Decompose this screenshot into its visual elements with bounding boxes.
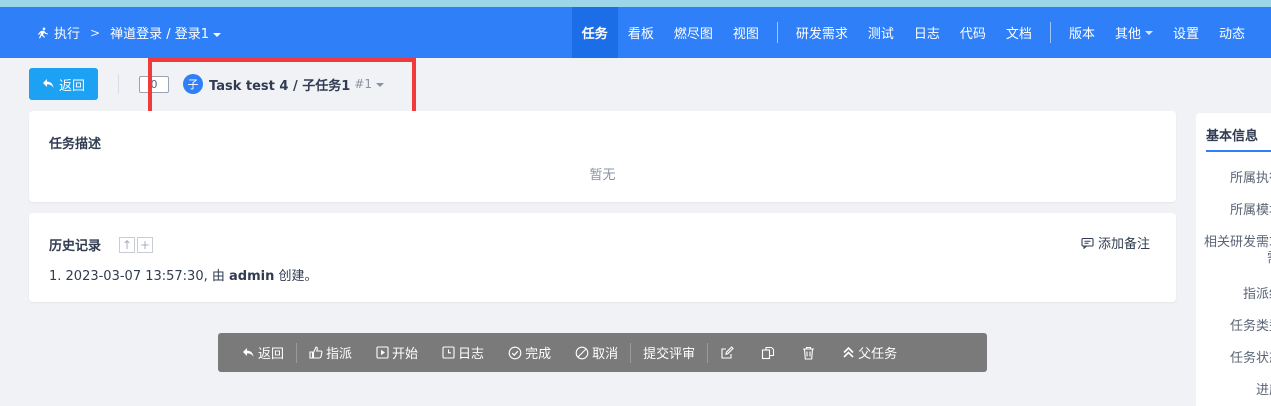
info-label-story-cont: 需 xyxy=(1267,247,1271,266)
add-note-button[interactable]: 添加备注 xyxy=(1081,233,1150,252)
info-label-status: 任务状态 xyxy=(1229,351,1271,366)
plus-icon[interactable]: + xyxy=(137,237,153,253)
ban-icon xyxy=(575,346,589,359)
comment-icon xyxy=(1081,237,1094,249)
history-controls: ↑ + xyxy=(117,237,153,253)
info-label-story: 相关研发需求 xyxy=(1203,235,1271,250)
action-cancel-button[interactable]: 取消 xyxy=(563,343,630,362)
action-bar: 返回 指派 开始 日志 完成 取消 提交评审 父任务 xyxy=(218,333,987,372)
description-card: 任务描述 暂无 xyxy=(29,111,1176,202)
history-title: 历史记录 xyxy=(49,239,102,254)
arrow-up-icon[interactable]: ↑ xyxy=(119,237,135,253)
add-note-label: 添加备注 xyxy=(1097,237,1150,252)
history-entry-prefix: 1. 2023-03-07 13:57:30, 由 xyxy=(49,269,230,284)
action-log-label: 日志 xyxy=(458,347,485,362)
tab-basic-info[interactable]: 基本信息 xyxy=(1206,125,1258,144)
chevron-down-icon xyxy=(1144,30,1153,35)
back-button-label: 返回 xyxy=(59,78,86,94)
play-icon xyxy=(376,346,389,359)
nav-divider xyxy=(776,22,778,43)
action-assign-button[interactable]: 指派 xyxy=(297,343,364,362)
nav-tab-other-label: 其他 xyxy=(1114,27,1141,42)
action-review-button[interactable]: 提交评审 xyxy=(631,343,707,362)
action-back-label: 返回 xyxy=(258,347,285,362)
action-parent-task-button[interactable]: 父任务 xyxy=(830,343,909,362)
history-card: 历史记录 ↑ + 添加备注 1. 2023-03-07 13:57:30, 由 … xyxy=(29,213,1176,302)
tab-active-underline xyxy=(1206,150,1271,152)
nav-tab-test[interactable]: 测试 xyxy=(858,7,904,58)
basic-info-panel: 基本信息 所属执行 所属模块 相关研发需求 需 指派给 任务类型 任务状态 进度 xyxy=(1196,113,1271,406)
running-icon xyxy=(38,27,48,38)
nav-tab-settings[interactable]: 设置 xyxy=(1163,7,1209,58)
nav-tab-task[interactable]: 任务 xyxy=(571,7,618,58)
window-top-strip xyxy=(0,0,1271,7)
nav-tab-log[interactable]: 日志 xyxy=(904,7,950,58)
info-label-execution: 所属执行 xyxy=(1229,171,1271,186)
back-button[interactable]: 返回 xyxy=(29,68,99,100)
breadcrumb: 执行 > 禅道登录 / 登录1 xyxy=(36,7,221,58)
info-label-type: 任务类型 xyxy=(1229,319,1271,334)
trash-icon xyxy=(803,346,815,360)
breadcrumb-root[interactable]: 执行 xyxy=(54,23,80,42)
history-entry-suffix: 创建。 xyxy=(274,269,318,284)
action-finish-label: 完成 xyxy=(525,347,552,362)
breadcrumb-current[interactable]: 禅道登录 / 登录1 xyxy=(110,23,221,42)
info-label-progress: 进度 xyxy=(1255,383,1271,398)
action-copy-button[interactable] xyxy=(749,346,790,360)
action-start-button[interactable]: 开始 xyxy=(364,343,430,362)
nav-tab-story[interactable]: 研发需求 xyxy=(786,7,858,58)
action-start-label: 开始 xyxy=(392,347,419,362)
nav-tab-build[interactable]: 版本 xyxy=(1059,7,1105,58)
back-arrow-icon xyxy=(43,79,54,88)
clock-icon xyxy=(442,346,455,359)
nav-tab-other[interactable]: 其他 xyxy=(1105,7,1163,58)
history-entry-user: admin xyxy=(229,269,275,284)
highlight-box xyxy=(148,58,416,116)
action-review-label: 提交评审 xyxy=(643,347,696,362)
toolbar-divider xyxy=(118,74,120,94)
double-chevron-up-icon xyxy=(843,346,854,358)
top-navbar: 执行 > 禅道登录 / 登录1 任务 看板 燃尽图 视图 研发需求 测试 日志 … xyxy=(0,7,1271,58)
nav-tab-kanban[interactable]: 看板 xyxy=(618,7,664,58)
copy-icon xyxy=(762,346,775,359)
action-assign-label: 指派 xyxy=(326,347,353,362)
hand-pointer-icon xyxy=(309,346,323,359)
chevron-down-icon xyxy=(213,32,221,37)
nav-tab-view[interactable]: 视图 xyxy=(723,7,769,58)
info-label-assigned: 指派给 xyxy=(1242,287,1271,302)
breadcrumb-current-label: 禅道登录 / 登录1 xyxy=(110,27,209,42)
module-nav: 任务 看板 燃尽图 视图 研发需求 测试 日志 代码 文档 版本 其他 设置 动… xyxy=(571,7,1255,58)
breadcrumb-separator-icon: > xyxy=(90,25,101,40)
edit-icon xyxy=(721,345,734,359)
nav-tab-burndown[interactable]: 燃尽图 xyxy=(664,7,723,58)
description-title: 任务描述 xyxy=(49,137,102,152)
action-parent-task-label: 父任务 xyxy=(858,347,898,362)
info-label-module: 所属模块 xyxy=(1229,203,1271,218)
nav-tab-doc[interactable]: 文档 xyxy=(996,7,1042,58)
history-entry: 1. 2023-03-07 13:57:30, 由 admin 创建。 xyxy=(49,265,318,284)
description-empty: 暂无 xyxy=(589,168,616,183)
back-arrow-icon xyxy=(243,347,254,357)
action-back-button[interactable]: 返回 xyxy=(230,343,296,362)
action-edit-button[interactable] xyxy=(708,345,749,360)
action-finish-button[interactable]: 完成 xyxy=(496,343,563,362)
action-cancel-label: 取消 xyxy=(592,347,619,362)
check-circle-icon xyxy=(508,346,522,359)
nav-tab-code[interactable]: 代码 xyxy=(950,7,996,58)
action-log-button[interactable]: 日志 xyxy=(430,343,496,362)
nav-tab-dynamic[interactable]: 动态 xyxy=(1209,7,1255,58)
nav-divider xyxy=(1049,22,1051,43)
action-delete-button[interactable] xyxy=(790,346,830,360)
